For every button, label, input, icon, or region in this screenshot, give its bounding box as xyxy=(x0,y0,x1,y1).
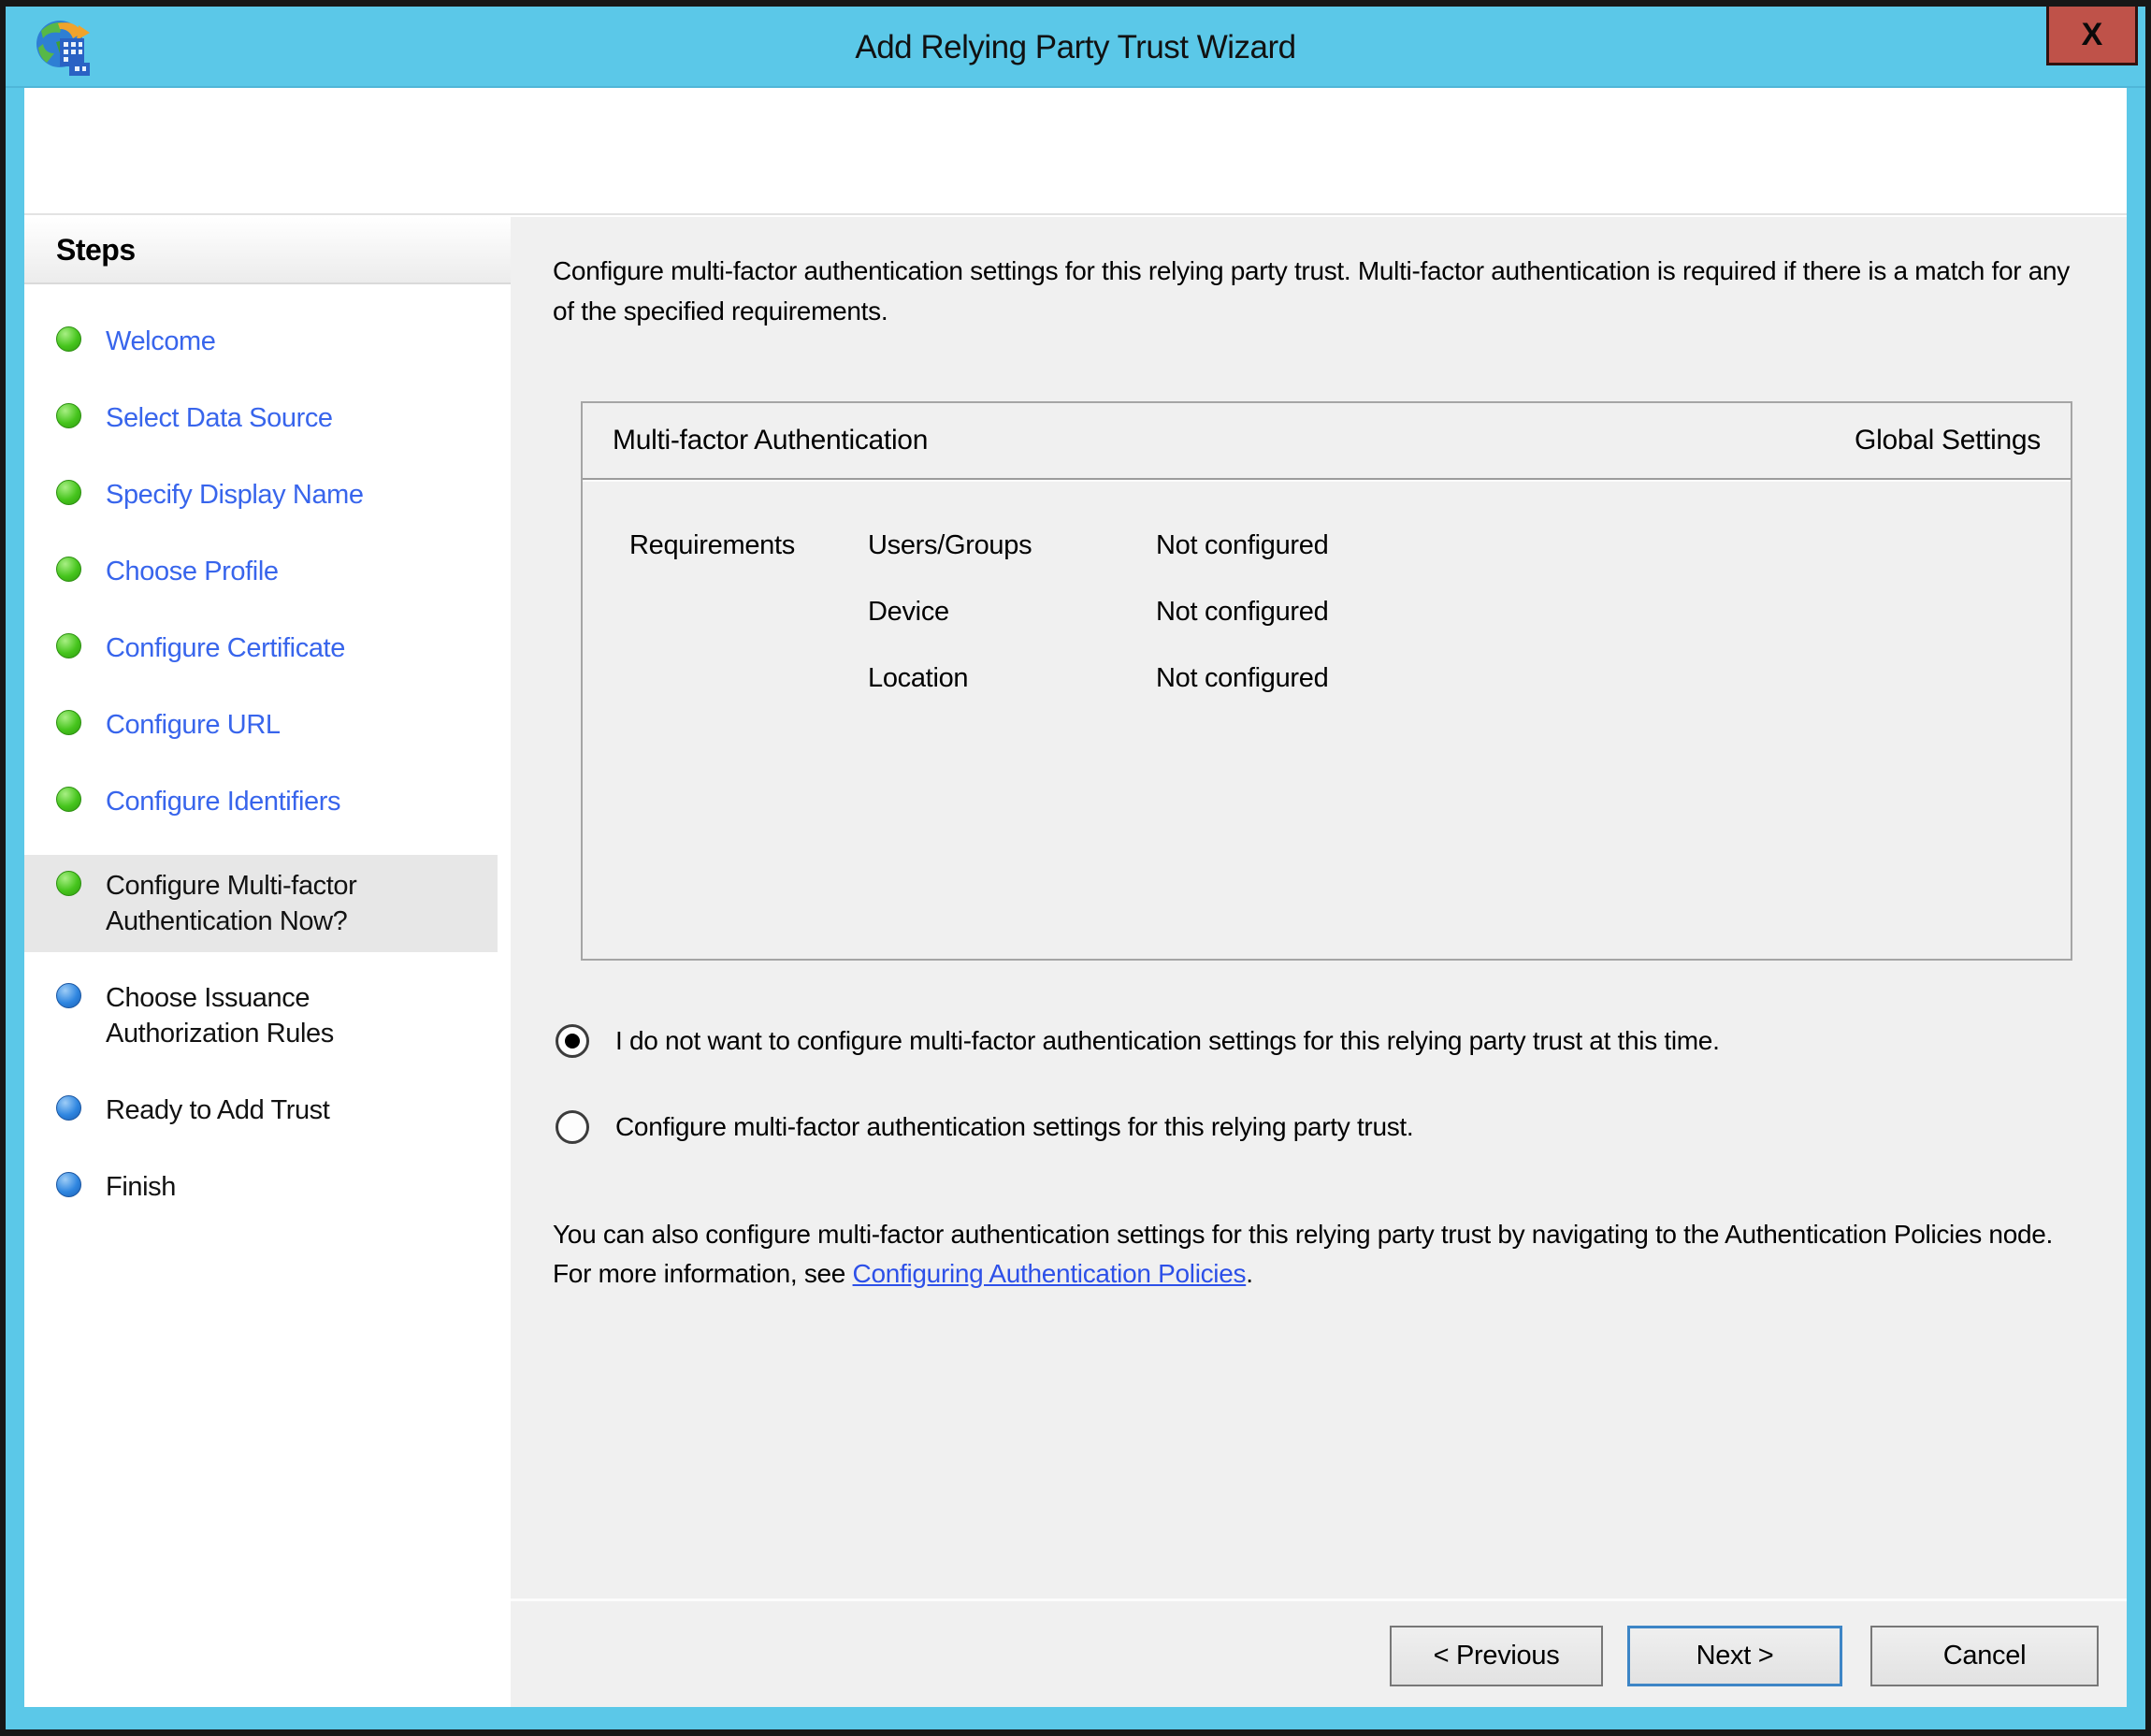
sidebar-step-configure-identifiers[interactable]: Configure Identifiers xyxy=(24,778,498,825)
step-todo-dot-icon xyxy=(56,983,81,1008)
step-done-dot-icon xyxy=(56,787,81,812)
wizard-content: Steps Welcome Select Data Source Spe xyxy=(24,217,2127,1707)
table-row: Requirements Users/Groups Not configured xyxy=(583,530,2071,561)
sidebar-step-finish: Finish xyxy=(24,1164,498,1210)
requirement-name: Location xyxy=(868,663,1156,694)
mfa-settings-panel: Multi-factor Authentication Global Setti… xyxy=(581,401,2072,961)
cancel-button[interactable]: Cancel xyxy=(1870,1626,2099,1686)
sidebar-step-ready-to-add-trust: Ready to Add Trust xyxy=(24,1087,498,1134)
step-todo-dot-icon xyxy=(56,1172,81,1197)
step-done-dot-icon xyxy=(56,710,81,735)
wizard-buttons: < Previous Next > Cancel xyxy=(1390,1626,2099,1686)
step-done-dot-icon xyxy=(56,633,81,658)
step-todo-dot-icon xyxy=(56,1095,81,1121)
requirements-label: Requirements xyxy=(583,530,868,561)
step-done-dot-icon xyxy=(56,403,81,428)
footnote-before: You can also configure multi-factor auth… xyxy=(553,1220,2053,1288)
mfa-panel-header: Multi-factor Authentication Global Setti… xyxy=(583,403,2071,480)
steps-sidebar: Steps Welcome Select Data Source Spe xyxy=(24,217,511,1707)
requirement-value: Not configured xyxy=(1156,597,2071,628)
step-done-dot-icon xyxy=(56,326,81,352)
wizard-window: Add Relying Party Trust Wizard X Steps W… xyxy=(6,7,2145,1729)
title-bar: Add Relying Party Trust Wizard X xyxy=(6,7,2145,88)
configuring-authentication-policies-link[interactable]: Configuring Authentication Policies xyxy=(853,1259,1247,1288)
footnote-text: You can also configure multi-factor auth… xyxy=(553,1215,2085,1294)
radio-do-not-configure-mfa[interactable]: I do not want to configure multi-factor … xyxy=(556,1024,2085,1058)
sidebar-step-choose-issuance-authorization-rules: Choose Issuance Authorization Rules xyxy=(24,975,498,1057)
previous-button[interactable]: < Previous xyxy=(1390,1626,1603,1686)
mfa-panel-body: Requirements Users/Groups Not configured… xyxy=(583,480,2071,694)
sidebar-step-select-data-source[interactable]: Select Data Source xyxy=(24,395,498,441)
mfa-global-settings-label: Global Settings xyxy=(1855,425,2041,456)
radio-button-icon[interactable] xyxy=(556,1110,589,1144)
sidebar-step-configure-certificate[interactable]: Configure Certificate xyxy=(24,625,498,672)
wizard-page-main: Configure multi-factor authentication se… xyxy=(511,217,2127,1707)
client-area: Steps Welcome Select Data Source Spe xyxy=(24,88,2127,1707)
sidebar-step-configure-url[interactable]: Configure URL xyxy=(24,702,498,748)
step-done-dot-icon xyxy=(56,557,81,582)
requirement-value: Not configured xyxy=(1156,663,2071,694)
table-row: Device Not configured xyxy=(583,597,2071,628)
footer-separator xyxy=(511,1599,2127,1601)
footnote-after: . xyxy=(1246,1259,1252,1288)
sidebar-step-configure-mfa-now: Configure Multi-factor Authentication No… xyxy=(24,855,498,952)
page-intro-text: Configure multi-factor authentication se… xyxy=(553,251,2085,331)
sidebar-step-welcome[interactable]: Welcome xyxy=(24,318,498,365)
window-title: Add Relying Party Trust Wizard xyxy=(6,7,2145,88)
sidebar-step-specify-display-name[interactable]: Specify Display Name xyxy=(24,471,498,518)
step-done-dot-icon xyxy=(56,871,81,896)
close-button[interactable]: X xyxy=(2046,7,2138,65)
steps-heading: Steps xyxy=(24,217,511,284)
requirement-value: Not configured xyxy=(1156,530,2071,561)
table-row: Location Not configured xyxy=(583,663,2071,694)
screenshot-stage: Add Relying Party Trust Wizard X Steps W… xyxy=(0,0,2151,1736)
step-done-dot-icon xyxy=(56,480,81,505)
wizard-header-band xyxy=(24,88,2127,215)
radio-button-icon[interactable] xyxy=(556,1024,589,1058)
requirement-name: Device xyxy=(868,597,1156,628)
mfa-panel-title: Multi-factor Authentication xyxy=(613,425,928,456)
requirement-name: Users/Groups xyxy=(868,530,1156,561)
sidebar-step-choose-profile[interactable]: Choose Profile xyxy=(24,548,498,595)
steps-list: Welcome Select Data Source Specify Displ… xyxy=(24,284,511,1210)
radio-configure-mfa[interactable]: Configure multi-factor authentication se… xyxy=(556,1110,2085,1144)
next-button[interactable]: Next > xyxy=(1627,1626,1842,1686)
